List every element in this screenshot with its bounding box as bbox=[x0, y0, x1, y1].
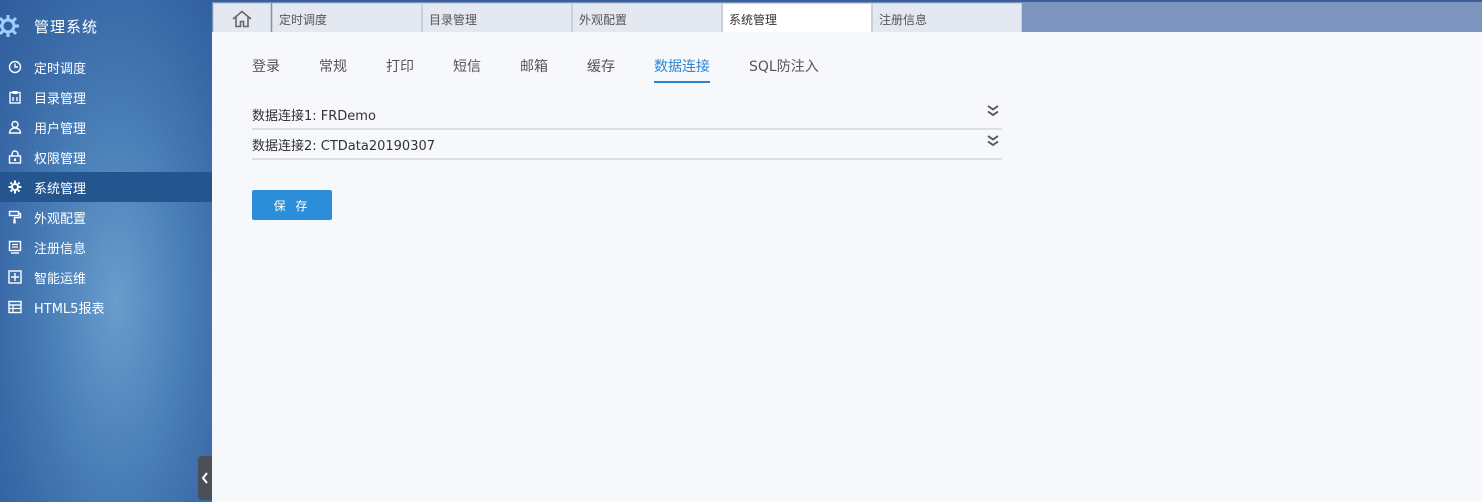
subtab-sql-injection[interactable]: SQL防注入 bbox=[749, 56, 819, 83]
gear-logo-icon bbox=[0, 15, 19, 37]
table-icon bbox=[8, 300, 22, 314]
sidebar-header: 管理系统 bbox=[0, 0, 212, 52]
subtab-data-connection[interactable]: 数据连接 bbox=[654, 56, 710, 83]
sidebar-item-system[interactable]: 系统管理 bbox=[0, 172, 212, 202]
app-title: 管理系统 bbox=[34, 17, 99, 36]
sidebar-item-label: 注册信息 bbox=[34, 241, 87, 257]
data-connection-label: 数据连接2: CTData20190307 bbox=[252, 138, 436, 154]
sidebar-item-label: 外观配置 bbox=[34, 211, 87, 227]
tab-directory[interactable]: 目录管理 bbox=[422, 3, 572, 33]
sidebar-collapse-button[interactable] bbox=[198, 456, 212, 500]
data-connection-row[interactable]: 数据连接2: CTData20190307 bbox=[252, 130, 1002, 160]
double-chevron-down-icon[interactable] bbox=[986, 134, 1000, 148]
sidebar-item-permissions[interactable]: 权限管理 bbox=[0, 142, 212, 172]
subtab-sms[interactable]: 短信 bbox=[453, 56, 481, 83]
main-panel: 登录 常规 打印 短信 邮箱 缓存 数据连接 SQL防注入 数据连接1: FRD… bbox=[212, 32, 1482, 502]
sidebar-item-ops[interactable]: 智能运维 bbox=[0, 262, 212, 292]
clipboard-icon bbox=[9, 91, 21, 104]
sidebar-item-schedule[interactable]: 定时调度 bbox=[0, 52, 212, 82]
sidebar-nav: 定时调度 目录管理 用户管理 权限管理 系统管理 外观配置 注册信息 智能运维 bbox=[0, 52, 212, 322]
sidebar-item-users[interactable]: 用户管理 bbox=[0, 112, 212, 142]
tab-home[interactable] bbox=[213, 3, 271, 33]
tab-appearance[interactable]: 外观配置 bbox=[572, 3, 722, 33]
tab-system[interactable]: 系统管理 bbox=[722, 3, 872, 33]
tab-registration[interactable]: 注册信息 bbox=[872, 3, 1022, 33]
home-icon bbox=[232, 9, 252, 27]
tab-schedule[interactable]: 定时调度 bbox=[272, 3, 422, 33]
subtab-general[interactable]: 常规 bbox=[319, 56, 347, 83]
sidebar-item-label: HTML5报表 bbox=[34, 301, 105, 317]
plus-box-icon bbox=[8, 270, 22, 284]
subtab-print[interactable]: 打印 bbox=[386, 56, 414, 83]
settings-subtabs: 登录 常规 打印 短信 邮箱 缓存 数据连接 SQL防注入 bbox=[252, 56, 858, 83]
double-chevron-down-icon[interactable] bbox=[986, 104, 1000, 118]
gear-icon bbox=[8, 180, 22, 194]
sidebar-item-directory[interactable]: 目录管理 bbox=[0, 82, 212, 112]
register-icon bbox=[8, 240, 22, 254]
clock-icon bbox=[8, 60, 22, 74]
data-connection-label: 数据连接1: FRDemo bbox=[252, 108, 376, 124]
top-tab-bar: 定时调度 目录管理 外观配置 系统管理 注册信息 bbox=[212, 0, 1482, 33]
sidebar-item-label: 定时调度 bbox=[34, 61, 87, 77]
subtab-email[interactable]: 邮箱 bbox=[520, 56, 548, 83]
subtab-login[interactable]: 登录 bbox=[252, 56, 280, 83]
sidebar-item-label: 智能运维 bbox=[34, 271, 87, 287]
sidebar-item-appearance[interactable]: 外观配置 bbox=[0, 202, 212, 232]
sidebar-item-label: 用户管理 bbox=[34, 121, 87, 137]
data-connection-row[interactable]: 数据连接1: FRDemo bbox=[252, 100, 1002, 130]
chevron-left-icon bbox=[201, 472, 208, 484]
sidebar-item-label: 系统管理 bbox=[34, 181, 87, 197]
sidebar-item-label: 权限管理 bbox=[34, 151, 87, 167]
sidebar-item-registration[interactable]: 注册信息 bbox=[0, 232, 212, 262]
subtab-cache[interactable]: 缓存 bbox=[587, 56, 615, 83]
save-button[interactable]: 保 存 bbox=[252, 190, 332, 220]
sidebar: 管理系统 定时调度 目录管理 用户管理 权限管理 系统管理 外观配置 注册信息 … bbox=[0, 0, 212, 502]
lock-icon bbox=[8, 150, 22, 164]
sidebar-item-html5-report[interactable]: HTML5报表 bbox=[0, 292, 212, 322]
user-icon bbox=[8, 120, 22, 134]
paint-roller-icon bbox=[8, 210, 22, 224]
sidebar-item-label: 目录管理 bbox=[34, 91, 87, 107]
